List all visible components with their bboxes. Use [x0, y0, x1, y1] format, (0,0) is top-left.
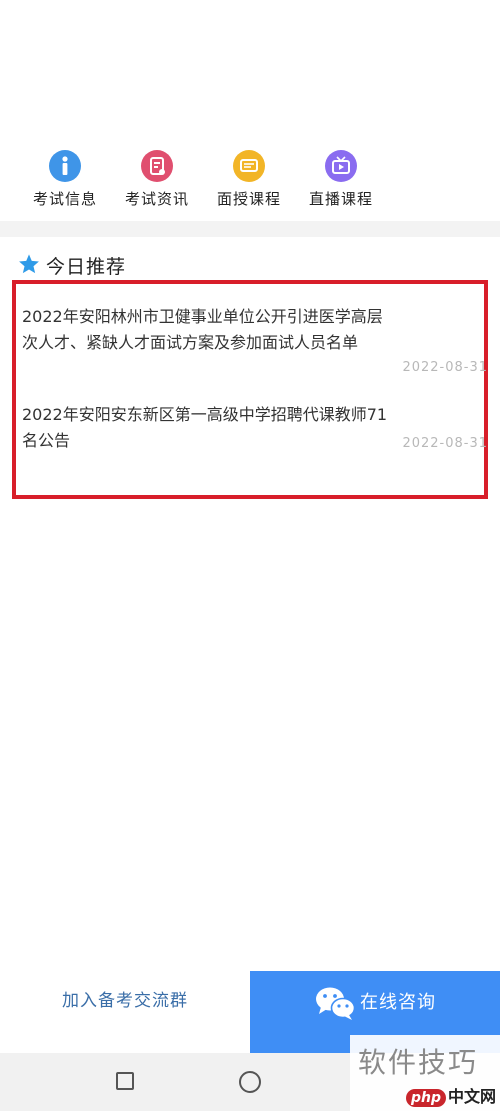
- recommend-title: 今日推荐: [46, 256, 127, 278]
- quick-nav-label: 考试资讯: [124, 190, 189, 208]
- quick-nav-offline-course[interactable]: 面授课程: [204, 150, 294, 209]
- highlight-box: 2022年安阳林州市卫健事业单位公开引进医学高层次人才、紧缺人才面试方案及参加面…: [12, 280, 488, 499]
- watermark-site-name: 中文网: [448, 1087, 497, 1106]
- watermark: 软件技巧 php 中文网: [350, 1035, 500, 1111]
- quick-nav: 考试信息 考试资讯 面授课程 直播课程: [0, 150, 500, 220]
- news-item[interactable]: 2022年安阳林州市卫健事业单位公开引进医学高层次人才、紧缺人才面试方案及参加面…: [22, 304, 490, 375]
- star-icon: [19, 254, 39, 274]
- page: 考试信息 考试资讯 面授课程 直播课程 今日推荐 2022年安阳林州市卫健事业单…: [0, 0, 500, 1111]
- home-icon[interactable]: [239, 1071, 261, 1093]
- quick-nav-label: 考试信息: [32, 190, 97, 208]
- watermark-text: 软件技巧: [358, 1046, 479, 1079]
- news-date: 2022-08-31: [402, 436, 488, 451]
- join-group-button[interactable]: 加入备考交流群: [0, 971, 250, 1053]
- info-icon: [49, 150, 81, 182]
- watermark-php-badge: php: [406, 1089, 447, 1107]
- news-icon: [141, 150, 173, 182]
- quick-nav-exam-info[interactable]: 考试信息: [20, 150, 110, 209]
- news-title: 2022年安阳安东新区第一高级中学招聘代课教师71名公告: [22, 405, 388, 450]
- quick-nav-exam-news[interactable]: 考试资讯: [112, 150, 202, 209]
- live-tv-icon: [325, 150, 357, 182]
- recent-apps-icon[interactable]: [116, 1072, 134, 1090]
- quick-nav-label: 面授课程: [216, 190, 281, 208]
- watermark-logo: php 中文网: [406, 1083, 496, 1107]
- news-title: 2022年安阳林州市卫健事业单位公开引进医学高层次人才、紧缺人才面试方案及参加面…: [22, 307, 383, 352]
- news-item[interactable]: 2022年安阳安东新区第一高级中学招聘代课教师71名公告 2022-08-31: [22, 402, 490, 454]
- section-divider: [0, 221, 500, 237]
- wechat-icon: [316, 987, 356, 1020]
- quick-nav-live-course[interactable]: 直播课程: [296, 150, 386, 209]
- quick-nav-label: 直播课程: [308, 190, 373, 208]
- chat-icon: [233, 150, 265, 182]
- online-consult-label: 在线咨询: [360, 992, 436, 1013]
- news-date: 2022-08-31: [402, 360, 488, 375]
